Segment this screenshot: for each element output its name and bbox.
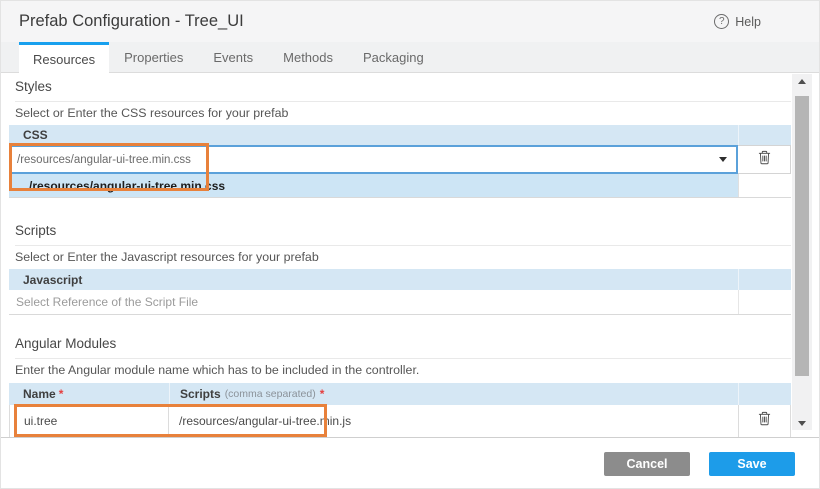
triangle-down-icon bbox=[798, 421, 806, 426]
angular-modules-table: Name * Scripts (comma separated) * ui.tr… bbox=[9, 383, 791, 437]
scripts-required-marker: * bbox=[320, 387, 325, 401]
tab-properties[interactable]: Properties bbox=[109, 42, 198, 72]
tab-bar: Resources Properties Events Methods Pack… bbox=[1, 42, 819, 73]
module-actions-column-header bbox=[738, 383, 790, 405]
save-button[interactable]: Save bbox=[709, 452, 795, 476]
javascript-column-header: Javascript bbox=[9, 269, 738, 290]
scripts-column-hint: (comma separated) bbox=[225, 388, 316, 400]
module-name-cell[interactable]: ui.tree bbox=[10, 405, 169, 437]
trash-icon bbox=[758, 150, 771, 170]
css-resource-row: /resources/angular-ui-tree.min.css bbox=[9, 145, 791, 174]
help-button[interactable]: ? Help bbox=[714, 14, 761, 29]
vertical-scrollbar[interactable] bbox=[792, 74, 812, 430]
tab-events[interactable]: Events bbox=[198, 42, 268, 72]
javascript-resource-row: Select Reference of the Script File bbox=[9, 290, 791, 315]
angular-module-row: ui.tree /resources/angular-ui-tree.min.j… bbox=[9, 405, 791, 437]
dialog-header: Prefab Configuration - Tree_UI ? Help bbox=[1, 1, 819, 42]
angular-modules-section-description: Enter the Angular module name which has … bbox=[15, 363, 419, 377]
scroll-down-button[interactable] bbox=[792, 416, 812, 430]
javascript-actions-column-header bbox=[738, 269, 791, 290]
css-dropdown-list: /resources/angular-ui-tree.min.css bbox=[9, 174, 791, 198]
styles-section-description: Select or Enter the CSS resources for yo… bbox=[15, 106, 288, 120]
css-table-header-row: CSS bbox=[9, 125, 791, 145]
trash-icon bbox=[758, 411, 771, 431]
javascript-resources-table: Javascript Select Reference of the Scrip… bbox=[9, 269, 791, 315]
css-resources-table: CSS /resources/angular-ui-tree.min.css /… bbox=[9, 125, 791, 198]
javascript-table-header-row: Javascript bbox=[9, 269, 791, 290]
resources-tab-content: Styles Select or Enter the CSS resources… bbox=[1, 73, 819, 438]
tab-resources[interactable]: Resources bbox=[19, 42, 109, 73]
css-dropdown-option[interactable]: /resources/angular-ui-tree.min.css bbox=[9, 174, 738, 197]
javascript-resource-input[interactable]: Select Reference of the Script File bbox=[9, 290, 738, 314]
module-scripts-cell[interactable]: /resources/angular-ui-tree.min.js bbox=[169, 405, 739, 437]
tab-methods[interactable]: Methods bbox=[268, 42, 348, 72]
help-icon: ? bbox=[714, 14, 729, 29]
css-resource-value: /resources/angular-ui-tree.min.css bbox=[17, 154, 191, 166]
css-actions-column-header bbox=[738, 125, 791, 145]
angular-modules-header-row: Name * Scripts (comma separated) * bbox=[9, 383, 791, 405]
chevron-down-icon[interactable] bbox=[719, 157, 727, 162]
name-required-marker: * bbox=[59, 387, 64, 401]
scripts-section-description: Select or Enter the Javascript resources… bbox=[15, 250, 319, 264]
css-resource-combobox[interactable]: /resources/angular-ui-tree.min.css bbox=[9, 145, 738, 174]
name-column-header: Name * bbox=[9, 383, 169, 405]
css-column-header: CSS bbox=[9, 125, 738, 145]
cancel-button[interactable]: Cancel bbox=[604, 452, 690, 476]
scripts-section-heading: Scripts bbox=[15, 223, 791, 246]
scrollbar-thumb[interactable] bbox=[795, 96, 809, 376]
scripts-column-header: Scripts (comma separated) * bbox=[169, 383, 738, 405]
page-title: Prefab Configuration - Tree_UI bbox=[19, 12, 244, 31]
prefab-configuration-dialog: Prefab Configuration - Tree_UI ? Help Re… bbox=[0, 0, 820, 489]
javascript-row-side-spacer bbox=[738, 290, 791, 314]
angular-modules-section-heading: Angular Modules bbox=[15, 336, 791, 359]
name-column-label: Name bbox=[23, 387, 56, 401]
dialog-footer: Cancel Save bbox=[1, 438, 819, 489]
scroll-up-button[interactable] bbox=[792, 74, 812, 88]
tab-packaging[interactable]: Packaging bbox=[348, 42, 439, 72]
styles-section-heading: Styles bbox=[15, 79, 791, 102]
css-resource-delete-button[interactable] bbox=[738, 145, 791, 174]
module-delete-button[interactable] bbox=[739, 405, 790, 437]
scripts-column-label: Scripts bbox=[180, 387, 221, 401]
triangle-up-icon bbox=[798, 79, 806, 84]
css-dropdown-side-spacer bbox=[738, 174, 791, 197]
help-label: Help bbox=[735, 15, 761, 29]
